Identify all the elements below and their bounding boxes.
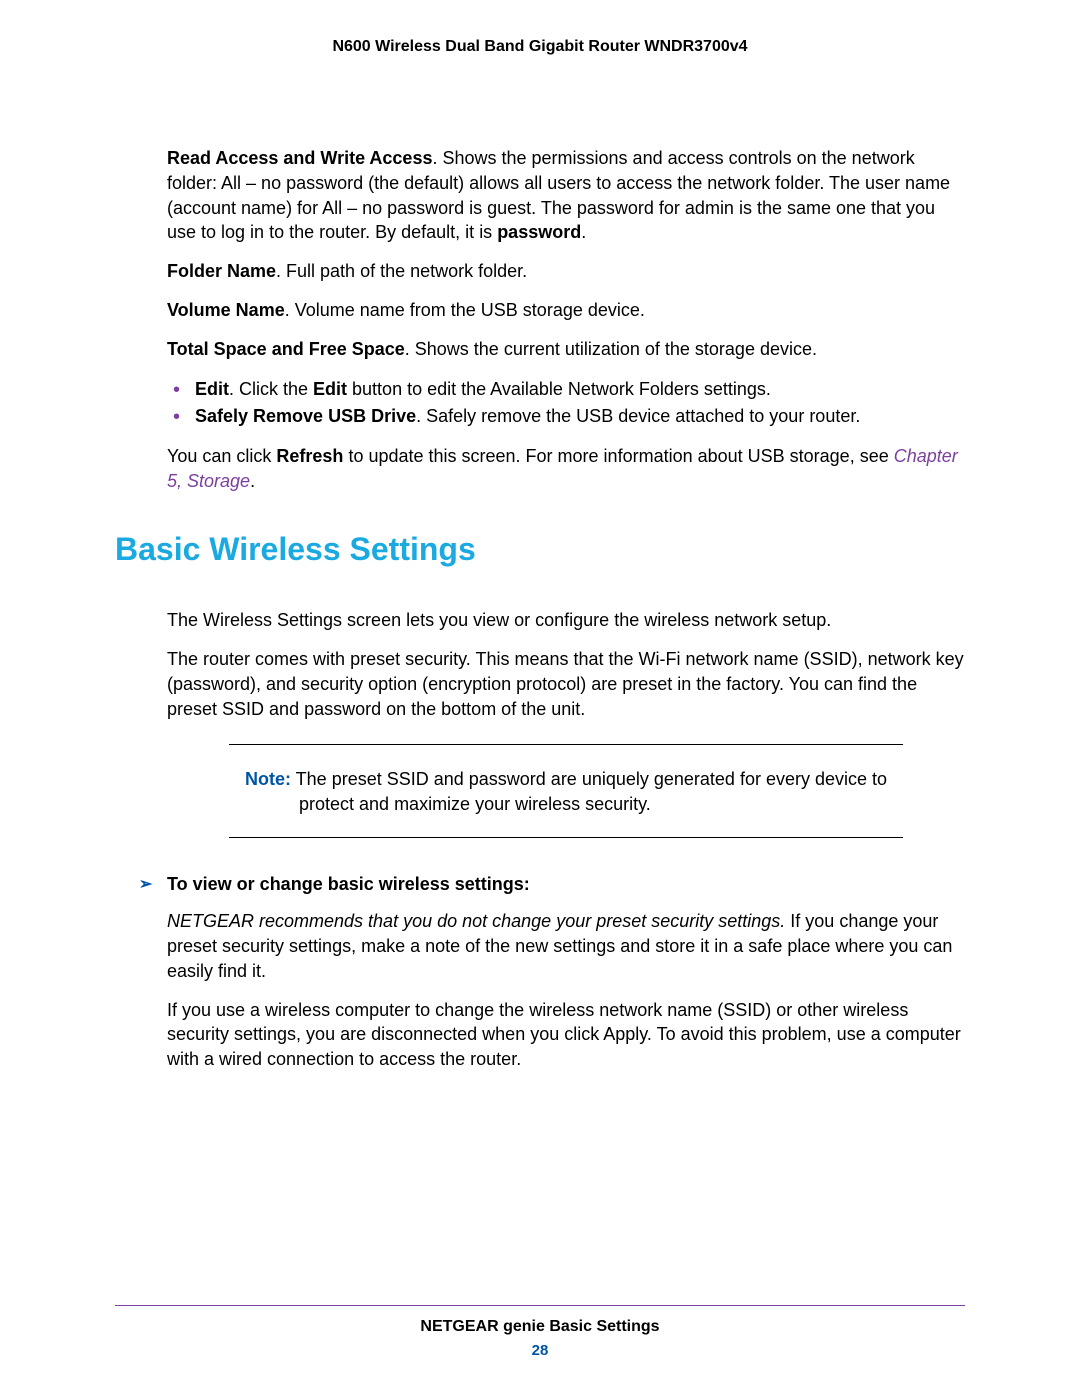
edit-text: button to edit the Available Network Fol…: [347, 379, 771, 399]
section-heading: Basic Wireless Settings: [115, 531, 965, 568]
list-item: Edit. Click the Edit button to edit the …: [167, 376, 965, 403]
folder-name-text: . Full path of the network folder.: [276, 261, 527, 281]
volume-name-text: . Volume name from the USB storage devic…: [285, 300, 645, 320]
refresh-post: to update this screen. For more informat…: [343, 446, 893, 466]
safely-text: . Safely remove the USB device attached …: [416, 406, 860, 426]
note-text: The preset SSID and password are uniquel…: [291, 769, 887, 814]
read-access-password: password: [497, 222, 581, 242]
volume-name-label: Volume Name: [167, 300, 285, 320]
read-access-end: .: [581, 222, 586, 242]
wireless-intro-2: The router comes with preset security. T…: [167, 647, 965, 721]
document-header: N600 Wireless Dual Band Gigabit Router W…: [115, 38, 965, 56]
folder-name-label: Folder Name: [167, 261, 276, 281]
refresh-bold: Refresh: [276, 446, 343, 466]
folder-name-para: Folder Name. Full path of the network fo…: [167, 259, 965, 284]
total-space-text: . Shows the current utilization of the s…: [405, 339, 817, 359]
note-block: Note: The preset SSID and password are u…: [229, 744, 903, 838]
footer-page-number: 28: [115, 1342, 965, 1359]
steps-heading: To view or change basic wireless setting…: [139, 874, 965, 895]
read-access-para: Read Access and Write Access. Shows the …: [167, 146, 965, 245]
refresh-para: You can click Refresh to update this scr…: [167, 444, 965, 494]
refresh-pre: You can click: [167, 446, 276, 466]
recommend-italic: NETGEAR recommends that you do not chang…: [167, 911, 785, 931]
bullet-list: Edit. Click the Edit button to edit the …: [167, 376, 965, 430]
wired-note-para: If you use a wireless computer to change…: [167, 998, 965, 1072]
safely-label: Safely Remove USB Drive: [195, 406, 416, 426]
total-space-label: Total Space and Free Space: [167, 339, 405, 359]
read-access-label: Read Access and Write Access: [167, 148, 432, 168]
total-space-para: Total Space and Free Space. Shows the cu…: [167, 337, 965, 362]
note-label: Note:: [245, 769, 291, 789]
volume-name-para: Volume Name. Volume name from the USB st…: [167, 298, 965, 323]
edit-mid: . Click the: [229, 379, 313, 399]
edit-label2: Edit: [313, 379, 347, 399]
list-item: Safely Remove USB Drive. Safely remove t…: [167, 403, 965, 430]
page-footer: NETGEAR genie Basic Settings 28: [115, 1305, 965, 1359]
edit-label: Edit: [195, 379, 229, 399]
wireless-intro-1: The Wireless Settings screen lets you vi…: [167, 608, 965, 633]
footer-title: NETGEAR genie Basic Settings: [115, 1318, 965, 1336]
refresh-end: .: [250, 471, 255, 491]
recommend-para: NETGEAR recommends that you do not chang…: [167, 909, 965, 983]
